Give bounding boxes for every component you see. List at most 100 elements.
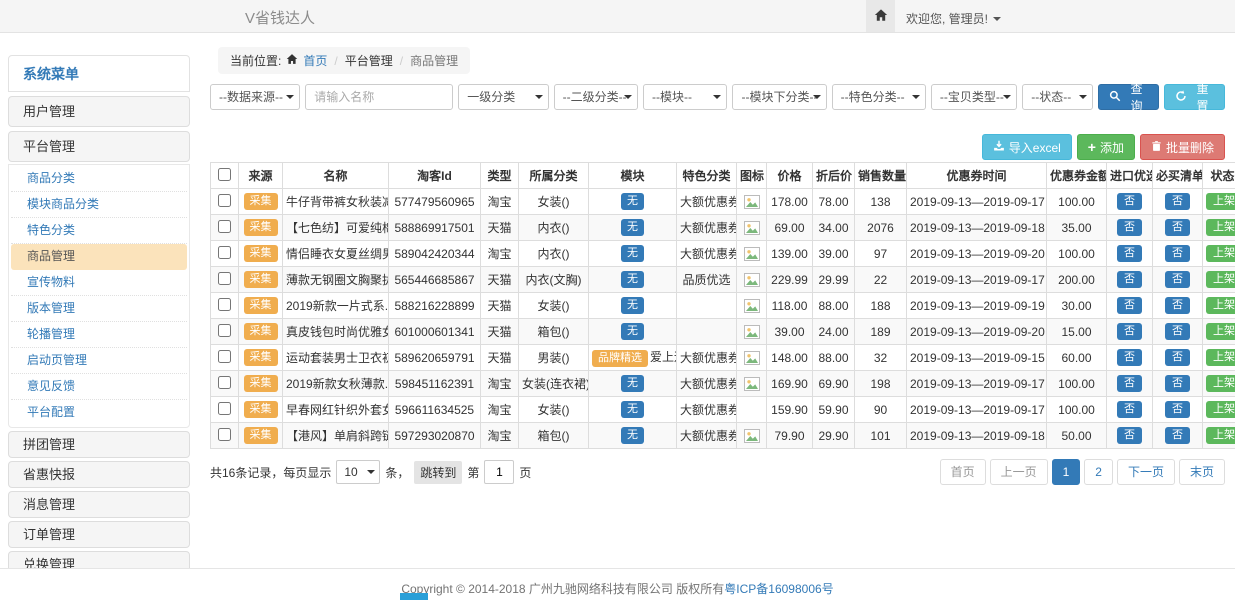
data-source-select[interactable]: --数据来源-- [210, 84, 300, 110]
module-subcategory-select[interactable]: --模块下分类-- [732, 84, 826, 110]
breadcrumb-home-link[interactable]: 首页 [303, 52, 327, 69]
product-image-icon[interactable] [744, 350, 760, 366]
item-type-select[interactable]: --宝贝类型-- [931, 84, 1017, 110]
discount-price: 59.90 [813, 397, 855, 423]
sidebar-submenu-item[interactable]: 版本管理 [11, 296, 187, 322]
status-toggle[interactable]: 上架 [1206, 349, 1235, 366]
must-buy-toggle[interactable]: 否 [1165, 427, 1190, 444]
page-button[interactable]: 1 [1052, 459, 1081, 485]
page-button[interactable]: 末页 [1179, 459, 1225, 485]
level1-category-select[interactable]: 一级分类 [458, 84, 548, 110]
product-image-icon[interactable] [744, 428, 760, 444]
import-select-toggle[interactable]: 否 [1117, 193, 1142, 210]
product-image-icon[interactable] [744, 376, 760, 392]
row-checkbox[interactable] [218, 428, 231, 441]
status-toggle[interactable]: 上架 [1206, 219, 1235, 236]
page-button[interactable]: 2 [1084, 459, 1113, 485]
page-button[interactable]: 下一页 [1117, 459, 1175, 485]
import-select-toggle[interactable]: 否 [1117, 297, 1142, 314]
sidebar-section[interactable]: 用户管理 [8, 96, 190, 127]
module-select[interactable]: --模块-- [643, 84, 727, 110]
sidebar-section[interactable]: 平台管理 [8, 131, 190, 162]
sidebar-submenu-item[interactable]: 宣传物料 [11, 270, 187, 296]
page-button[interactable]: 上一页 [990, 459, 1048, 485]
sidebar-submenu-item[interactable]: 轮播管理 [11, 322, 187, 348]
sidebar-section[interactable]: 消息管理 [8, 491, 190, 518]
jump-button[interactable]: 跳转到 [414, 461, 462, 484]
name-search-input[interactable] [305, 84, 453, 110]
import-select-toggle[interactable]: 否 [1117, 427, 1142, 444]
sidebar-submenu-item[interactable]: 启动页管理 [11, 348, 187, 374]
sidebar-submenu-item[interactable]: 平台配置 [11, 400, 187, 426]
row-checkbox[interactable] [218, 246, 231, 259]
row-checkbox[interactable] [218, 376, 231, 389]
must-buy-toggle[interactable]: 否 [1165, 375, 1190, 392]
source-cell: 采集 [239, 397, 283, 423]
feature-category-select[interactable]: --特色分类-- [832, 84, 926, 110]
status-toggle[interactable]: 上架 [1206, 271, 1235, 288]
import-select-toggle[interactable]: 否 [1117, 323, 1142, 340]
import-select-toggle[interactable]: 否 [1117, 375, 1142, 392]
must-buy-toggle[interactable]: 否 [1165, 323, 1190, 340]
sidebar-submenu-item[interactable]: 商品分类 [11, 166, 187, 192]
sidebar-section[interactable]: 省惠快报 [8, 461, 190, 488]
add-button[interactable]: + 添加 [1077, 134, 1135, 160]
row-checkbox[interactable] [218, 402, 231, 415]
search-button[interactable]: 查询 [1098, 84, 1159, 110]
must-buy-toggle[interactable]: 否 [1165, 219, 1190, 236]
breadcrumb-separator: / [332, 54, 339, 68]
status-toggle[interactable]: 上架 [1206, 323, 1235, 340]
per-page-select[interactable]: 10 [336, 460, 380, 484]
must-buy-toggle[interactable]: 否 [1165, 297, 1190, 314]
import-select-toggle[interactable]: 否 [1117, 401, 1142, 418]
status-toggle[interactable]: 上架 [1206, 193, 1235, 210]
table-body: 采集 牛仔背带裤女秋装减龄... 577479560965 淘宝 女装() 无 … [211, 189, 1235, 449]
page-button[interactable]: 首页 [940, 459, 986, 485]
row-checkbox[interactable] [218, 272, 231, 285]
level2-category-select[interactable]: --二级分类-- [554, 84, 638, 110]
reset-button[interactable]: 重置 [1164, 84, 1225, 110]
must-buy-toggle[interactable]: 否 [1165, 271, 1190, 288]
sidebar: 系统菜单 用户管理平台管理 商品分类模块商品分类特色分类商品管理宣传物料版本管理… [8, 55, 190, 600]
sidebar-submenu-item[interactable]: 模块商品分类 [11, 192, 187, 218]
sidebar-section[interactable]: 订单管理 [8, 521, 190, 548]
home-button[interactable] [866, 0, 895, 32]
status-toggle[interactable]: 上架 [1206, 375, 1235, 392]
row-checkbox[interactable] [218, 298, 231, 311]
status-select[interactable]: --状态-- [1022, 84, 1093, 110]
must-buy-toggle[interactable]: 否 [1165, 193, 1190, 210]
sidebar-submenu-item[interactable]: 商品管理 [11, 244, 187, 270]
product-image-icon[interactable] [744, 324, 760, 340]
source-cell: 采集 [239, 345, 283, 371]
jump-page-input[interactable] [484, 460, 514, 484]
row-checkbox[interactable] [218, 350, 231, 363]
status-toggle[interactable]: 上架 [1206, 401, 1235, 418]
product-image-icon[interactable] [744, 246, 760, 262]
batch-delete-button[interactable]: 批量删除 [1140, 134, 1225, 160]
product-image-icon[interactable] [744, 272, 760, 288]
sidebar-section[interactable]: 拼团管理 [8, 431, 190, 458]
icp-link[interactable]: 粤ICP备16098006号 [724, 582, 833, 596]
must-buy-toggle[interactable]: 否 [1165, 349, 1190, 366]
product-image-icon[interactable] [744, 194, 760, 210]
product-image-icon[interactable] [744, 220, 760, 236]
import-excel-button[interactable]: 导入excel [982, 134, 1072, 160]
import-select-toggle[interactable]: 否 [1117, 219, 1142, 236]
select-all-checkbox[interactable] [218, 168, 231, 181]
user-menu[interactable]: 欢迎您, 管理员! [906, 10, 1001, 27]
must-buy-toggle[interactable]: 否 [1165, 245, 1190, 262]
bottom-blue-strip [400, 593, 428, 600]
status-toggle[interactable]: 上架 [1206, 245, 1235, 262]
sidebar-submenu-item[interactable]: 特色分类 [11, 218, 187, 244]
status-toggle[interactable]: 上架 [1206, 297, 1235, 314]
import-select-toggle[interactable]: 否 [1117, 271, 1142, 288]
import-select-toggle[interactable]: 否 [1117, 245, 1142, 262]
status-toggle[interactable]: 上架 [1206, 427, 1235, 444]
row-checkbox[interactable] [218, 324, 231, 337]
must-buy-toggle[interactable]: 否 [1165, 401, 1190, 418]
product-image-icon[interactable] [744, 298, 760, 314]
import-select-toggle[interactable]: 否 [1117, 349, 1142, 366]
row-checkbox[interactable] [218, 220, 231, 233]
row-checkbox[interactable] [218, 194, 231, 207]
sidebar-submenu-item[interactable]: 意见反馈 [11, 374, 187, 400]
